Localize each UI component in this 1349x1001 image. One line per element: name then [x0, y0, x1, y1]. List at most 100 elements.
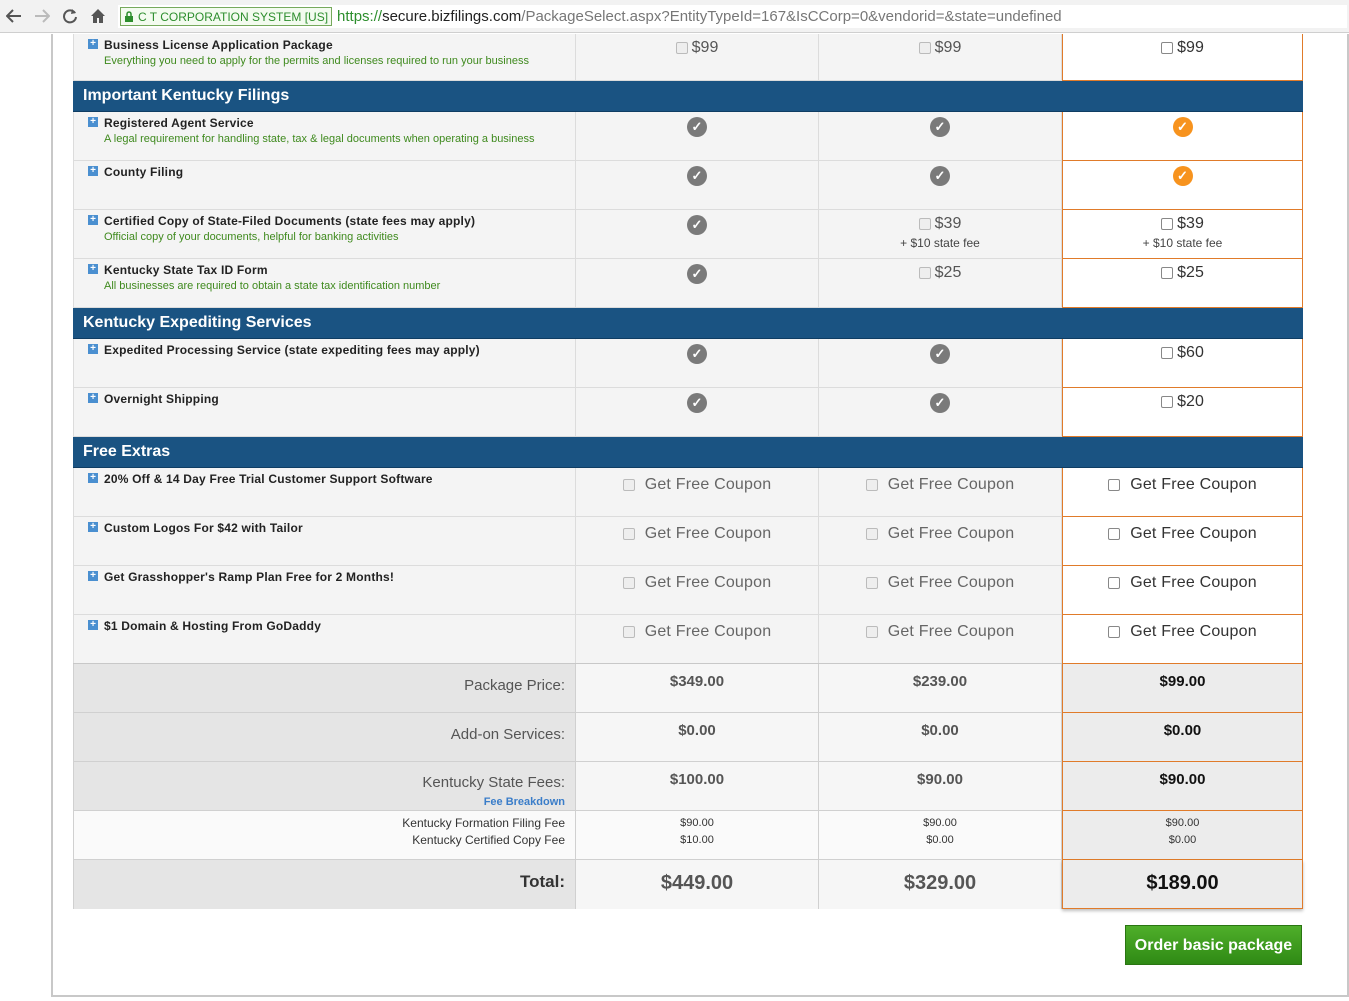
package-comparison-table: + Business License Application Package E…: [73, 34, 1303, 909]
feature-description: A legal requirement for handling state, …: [104, 133, 535, 145]
coupon-checkbox[interactable]: [1108, 626, 1121, 638]
coupon-label: Get Free Coupon: [644, 574, 772, 591]
checkmark-icon: ✓: [687, 264, 707, 284]
package-cell: Get Free Coupon: [576, 468, 819, 516]
feature-cell: + County Filing: [73, 161, 576, 209]
addon-price: $25: [934, 264, 962, 281]
package-cell: ✓: [576, 388, 819, 436]
addon-checkbox[interactable]: [918, 218, 931, 230]
addon-checkbox[interactable]: [1161, 218, 1174, 230]
coupon-checkbox[interactable]: [1108, 577, 1121, 589]
addon-checkbox[interactable]: [1161, 396, 1174, 408]
expand-plus-icon[interactable]: +: [88, 215, 98, 225]
coupon-checkbox[interactable]: [865, 577, 878, 589]
package-cell-selected: $25: [1062, 259, 1303, 308]
coupon-checkbox[interactable]: [865, 528, 878, 540]
checkmark-icon: ✓: [1172, 117, 1193, 137]
summary-value: $100.00: [576, 762, 819, 810]
addon-checkbox[interactable]: [675, 42, 688, 54]
package-cell-selected: Get Free Coupon: [1062, 468, 1303, 517]
feature-name: $1 Domain & Hosting From GoDaddy: [104, 619, 322, 633]
addon-checkbox[interactable]: [918, 267, 931, 279]
addon-price: $39: [934, 215, 962, 232]
feature-description: Official copy of your documents, helpful…: [104, 231, 399, 243]
addon-checkbox[interactable]: [1161, 42, 1174, 54]
coupon-label: Get Free Coupon: [1130, 574, 1257, 591]
checkmark-icon: ✓: [687, 166, 707, 186]
package-cell: $39 + $10 state fee: [819, 210, 1062, 258]
coupon-checkbox[interactable]: [622, 479, 635, 491]
checkmark-icon: ✓: [930, 344, 950, 364]
expand-plus-icon[interactable]: +: [88, 473, 98, 483]
certified-fee-label: Kentucky Certified Copy Fee: [412, 833, 565, 847]
expand-plus-icon[interactable]: +: [88, 39, 98, 49]
formation-fee-value: $90.00: [680, 817, 714, 829]
expand-plus-icon[interactable]: +: [88, 522, 98, 532]
checkmark-icon: ✓: [687, 117, 707, 137]
coupon-checkbox[interactable]: [865, 479, 878, 491]
fee-breakdown-values: $90.00 $10.00: [576, 811, 819, 859]
coupon-checkbox[interactable]: [622, 528, 635, 540]
package-cell-selected: Get Free Coupon: [1062, 566, 1303, 615]
expand-plus-icon[interactable]: +: [88, 264, 98, 274]
formation-fee-value: $90.00: [923, 817, 957, 829]
expand-plus-icon[interactable]: +: [88, 166, 98, 176]
home-icon[interactable]: [84, 0, 112, 33]
formation-fee-value: $90.00: [1165, 817, 1200, 829]
order-basic-package-button[interactable]: Order basic package: [1125, 925, 1302, 965]
fee-breakdown-link[interactable]: Fee Breakdown: [74, 796, 565, 808]
feature-cell: + Get Grasshopper's Ramp Plan Free for 2…: [73, 566, 576, 614]
back-arrow-icon[interactable]: [0, 0, 28, 33]
table-row: + 20% Off & 14 Day Free Trial Customer S…: [73, 468, 1303, 517]
fee-breakdown-row: Kentucky Formation Filing Fee Kentucky C…: [73, 811, 1303, 860]
checkmark-icon: ✓: [687, 215, 707, 235]
package-cell: Get Free Coupon: [819, 615, 1062, 663]
addon-checkbox[interactable]: [1161, 347, 1174, 359]
package-cell-selected: $99: [1062, 34, 1303, 81]
summary-value: $90.00: [819, 762, 1062, 810]
addon-checkbox[interactable]: [1161, 267, 1174, 279]
coupon-label: Get Free Coupon: [644, 476, 772, 493]
state-fees-row: Kentucky State Fees: Fee Breakdown $100.…: [73, 762, 1303, 811]
certified-fee-value: $10.00: [680, 834, 714, 846]
expand-plus-icon[interactable]: +: [88, 393, 98, 403]
feature-name: Kentucky State Tax ID Form: [104, 263, 268, 277]
addon-price: $99: [1177, 39, 1204, 56]
feature-cell: + Business License Application Package E…: [73, 34, 576, 80]
fee-breakdown-values: $90.00 $0.00: [819, 811, 1062, 859]
expand-plus-icon[interactable]: +: [88, 117, 98, 127]
summary-label-cell: Kentucky State Fees: Fee Breakdown: [73, 762, 576, 810]
frame-border-left: [51, 34, 53, 996]
package-cell: Get Free Coupon: [576, 517, 819, 565]
feature-name: Get Grasshopper's Ramp Plan Free for 2 M…: [104, 570, 395, 584]
coupon-checkbox[interactable]: [622, 577, 635, 589]
addon-checkbox[interactable]: [918, 42, 931, 54]
coupon-checkbox[interactable]: [1108, 528, 1121, 540]
expand-plus-icon[interactable]: +: [88, 571, 98, 581]
package-cell: $99: [819, 34, 1062, 80]
coupon-label: Get Free Coupon: [644, 623, 772, 640]
table-row: + County Filing ✓ ✓ ✓: [73, 161, 1303, 210]
coupon-checkbox[interactable]: [1108, 479, 1121, 491]
address-bar[interactable]: C T CORPORATION SYSTEM [US] https://secu…: [118, 5, 1347, 28]
certified-fee-value: $0.00: [926, 834, 954, 846]
expand-plus-icon[interactable]: +: [88, 620, 98, 630]
coupon-checkbox[interactable]: [865, 626, 878, 638]
browser-toolbar: C T CORPORATION SYSTEM [US] https://secu…: [0, 0, 1349, 33]
feature-name: Business License Application Package: [104, 38, 333, 52]
expand-plus-icon[interactable]: +: [88, 344, 98, 354]
coupon-checkbox[interactable]: [622, 626, 635, 638]
forward-arrow-icon[interactable]: [28, 0, 56, 33]
package-cell: ✓: [576, 210, 819, 258]
reload-icon[interactable]: [56, 0, 84, 33]
feature-cell: + 20% Off & 14 Day Free Trial Customer S…: [73, 468, 576, 516]
feature-name: Overnight Shipping: [104, 392, 219, 406]
total-label: Total:: [73, 860, 576, 909]
table-row: + Kentucky State Tax ID Form All busines…: [73, 259, 1303, 308]
summary-value: $0.00: [576, 713, 819, 761]
summary-value: $239.00: [819, 664, 1062, 712]
addon-services-row: Add-on Services: $0.00 $0.00 $0.00: [73, 713, 1303, 762]
package-cell: ✓: [819, 388, 1062, 436]
certified-fee-value: $0.00: [1168, 834, 1197, 846]
ssl-badge[interactable]: C T CORPORATION SYSTEM [US]: [120, 7, 333, 26]
